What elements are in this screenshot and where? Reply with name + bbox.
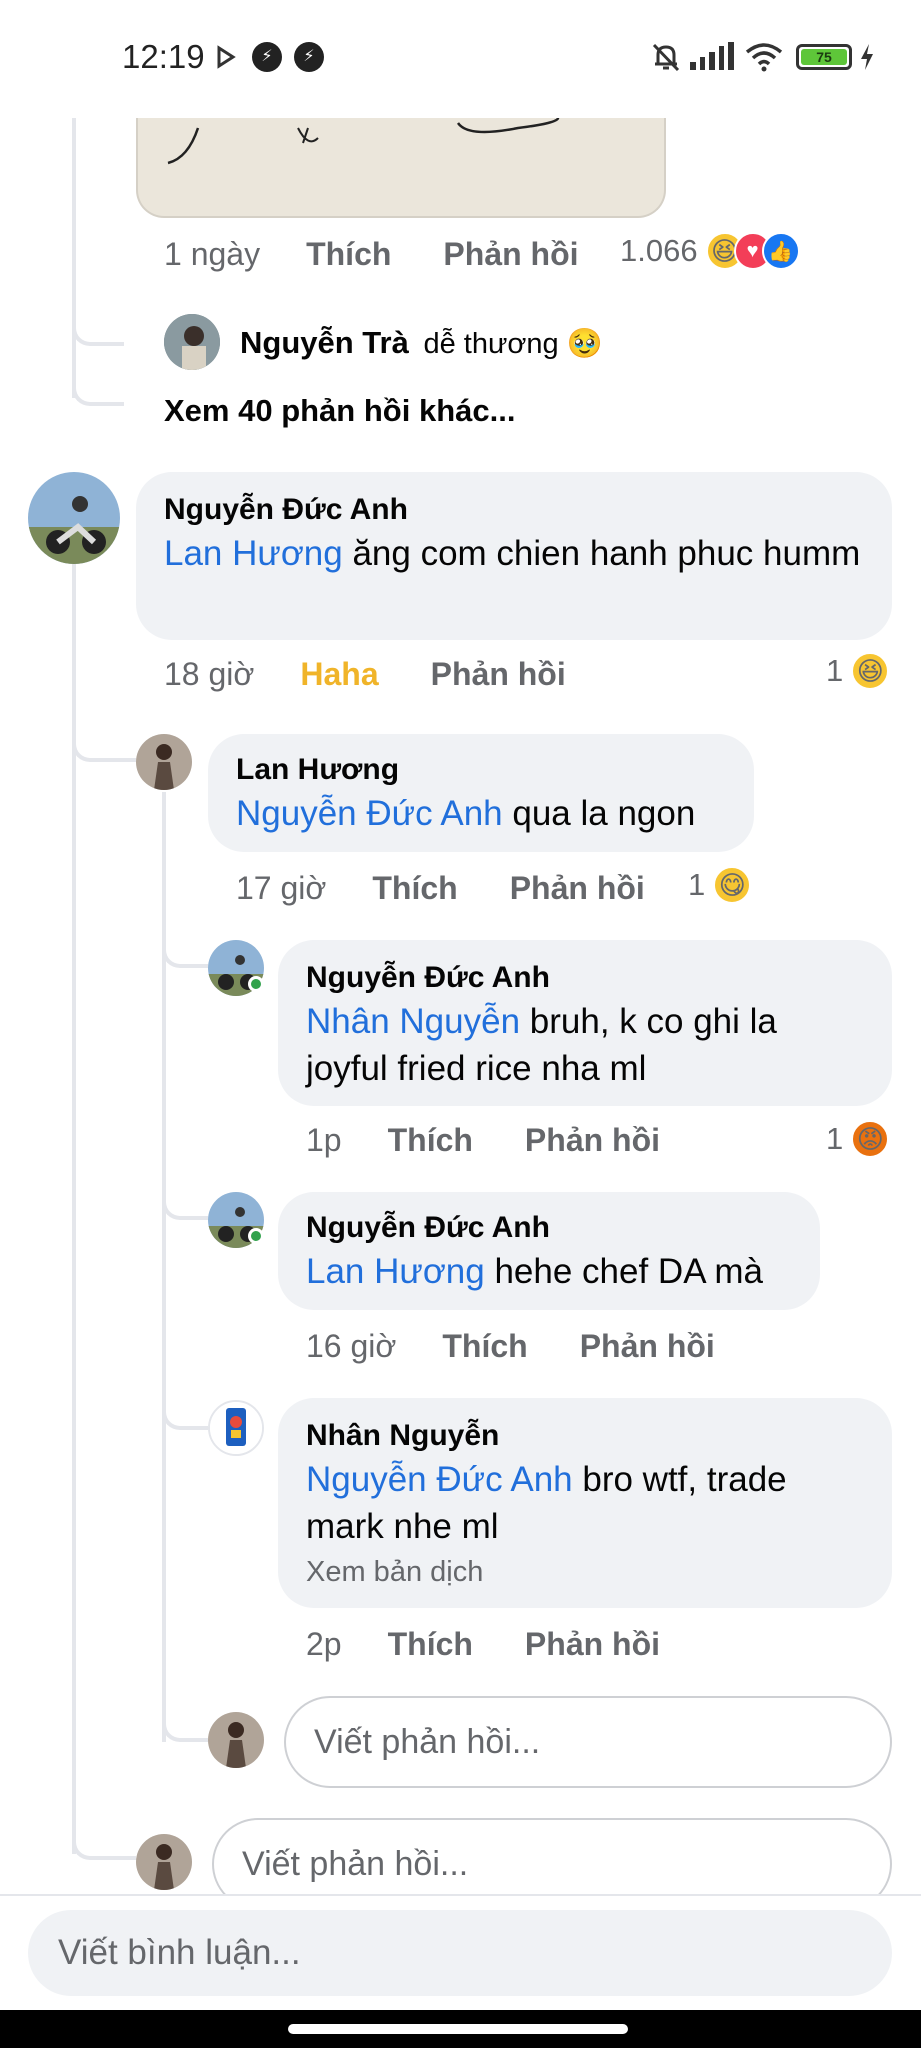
preview-reply[interactable]: Nguyễn Trà dễ thương 🥹 xyxy=(240,322,603,365)
status-time: 12:19 xyxy=(122,38,205,75)
mention-link[interactable]: Lan Hương xyxy=(164,534,343,573)
comment-bubble[interactable]: Lan Hương Nguyễn Đức Anh qua la ngon xyxy=(208,734,754,852)
reply-button[interactable]: Phản hồi xyxy=(443,236,578,273)
avatar xyxy=(136,1834,192,1890)
avatar[interactable] xyxy=(136,734,192,790)
reaction-summary[interactable]: 1 😋 xyxy=(688,866,752,904)
commenter-name: Nguyễn Trà xyxy=(240,325,409,360)
reaction-summary[interactable]: 1 😡 xyxy=(826,1120,890,1158)
like-button[interactable]: Thích xyxy=(388,1626,473,1663)
thread-connector xyxy=(162,1400,208,1430)
mention-link[interactable]: Nguyễn Đức Anh xyxy=(236,794,503,833)
battery-level: 75 xyxy=(801,49,847,65)
avatar[interactable] xyxy=(208,1192,264,1248)
mention-link[interactable]: Nhân Nguyễn xyxy=(306,1002,520,1041)
messenger-icon: ⚡ xyxy=(252,40,282,74)
commenter-name: Lan Hương xyxy=(236,753,400,786)
comment-time: 18 giờ xyxy=(164,656,255,692)
reply-input-placeholder: Viết phản hồi... xyxy=(314,1722,541,1761)
play-icon xyxy=(216,40,236,74)
charging-icon xyxy=(858,40,876,74)
comment-bubble[interactable]: Nguyễn Đức Anh Lan Hương hehe chef DA mà xyxy=(278,1192,820,1310)
avatar xyxy=(208,1712,264,1768)
online-status-indicator xyxy=(248,1228,264,1244)
comment-text: qua la ngon xyxy=(512,794,696,833)
comment-time: 1p xyxy=(306,1122,342,1158)
reply-input[interactable]: Viết phản hồi... xyxy=(284,1696,892,1788)
reaction-summary[interactable]: 1 😆 xyxy=(826,652,890,690)
comment-text: dễ thương 🥹 xyxy=(423,328,603,360)
like-emoji-icon: 👍 xyxy=(761,232,800,270)
comment-text: ăng com chien hanh phuc humm xyxy=(352,534,861,573)
commenter-name: Nguyễn Đức Anh xyxy=(306,1211,550,1244)
comment-input-placeholder: Viết bình luận... xyxy=(58,1933,301,1972)
comment-time: 2p xyxy=(306,1626,342,1662)
commenter-name: Nhân Nguyễn xyxy=(306,1419,500,1452)
like-button[interactable]: Thích xyxy=(442,1328,527,1365)
view-more-replies-link[interactable]: Xem 40 phản hồi khác... xyxy=(164,390,515,432)
reply-button[interactable]: Phản hồi xyxy=(431,656,566,693)
comment-time: 1 ngày xyxy=(164,236,261,272)
thread-connector xyxy=(162,1190,208,1220)
reply-button[interactable]: Phản hồi xyxy=(525,1626,660,1663)
reply-button[interactable]: Phản hồi xyxy=(580,1328,715,1365)
commenter-name: Nguyễn Đức Anh xyxy=(306,961,550,994)
thread-line xyxy=(72,564,76,1854)
reaction-summary[interactable]: 1.066 😆 ♥ 👍 xyxy=(620,232,800,270)
reply-button[interactable]: Phản hồi xyxy=(525,1122,660,1159)
thread-connector xyxy=(72,300,124,346)
comment-bubble[interactable]: Nguyễn Đức Anh Nhân Nguyễn bruh, k co gh… xyxy=(278,940,892,1106)
thread-connector xyxy=(72,1830,136,1860)
comment-actions: 2p Thích Phản hồi xyxy=(306,1626,660,1663)
thread-connector xyxy=(72,360,124,406)
messenger-icon: ⚡ xyxy=(294,40,324,74)
online-status-indicator xyxy=(248,976,264,992)
thread-line xyxy=(72,118,76,398)
bell-muted-icon xyxy=(648,40,684,74)
comment-actions: 1 ngày Thích Phản hồi xyxy=(164,236,579,273)
angry-emoji-icon: 😡 xyxy=(851,1120,890,1158)
thread-connector xyxy=(162,1712,208,1742)
reply-input-placeholder: Viết phản hồi... xyxy=(242,1844,469,1883)
comment-actions: 1p Thích Phản hồi xyxy=(306,1122,660,1159)
yummy-emoji-icon: 😋 xyxy=(713,866,752,904)
comment-time: 16 giờ xyxy=(306,1328,397,1364)
comment-bubble[interactable]: Nhân Nguyễn Nguyễn Đức Anh bro wtf, trad… xyxy=(278,1398,892,1608)
comment-actions: 17 giờ Thích Phản hồi xyxy=(236,870,645,907)
reaction-count: 1.066 xyxy=(620,233,698,268)
thread-connector xyxy=(72,720,136,762)
mention-link[interactable]: Nguyễn Đức Anh xyxy=(306,1460,573,1499)
battery-icon: 75 xyxy=(796,40,852,74)
reaction-count: 1 xyxy=(826,1121,844,1156)
wifi-icon xyxy=(744,40,784,74)
reaction-count: 1 xyxy=(688,867,706,902)
thread-connector xyxy=(162,940,208,968)
home-indicator[interactable] xyxy=(288,2024,628,2034)
reaction-count: 1 xyxy=(826,653,844,688)
comment-input[interactable]: Viết bình luận... xyxy=(28,1910,892,1996)
comment-text: hehe chef DA mà xyxy=(494,1252,763,1291)
signal-icon xyxy=(690,40,734,70)
status-bar: 12:19 ⚡ ⚡ 75 xyxy=(0,0,921,118)
comment-time: 17 giờ xyxy=(236,870,327,906)
avatar[interactable] xyxy=(28,472,120,564)
haha-emoji-icon: 😆 xyxy=(851,652,890,690)
comment-actions: 18 giờ Haha Phản hồi xyxy=(164,656,566,693)
comment-image[interactable] xyxy=(136,118,666,218)
avatar[interactable] xyxy=(164,314,220,370)
like-button[interactable]: Thích xyxy=(306,236,391,273)
comment-bubble[interactable]: Nguyễn Đức Anh Lan Hương ăng com chien h… xyxy=(136,472,892,640)
avatar[interactable] xyxy=(208,940,264,996)
mention-link[interactable]: Lan Hương xyxy=(306,1252,485,1291)
avatar[interactable] xyxy=(208,1400,264,1456)
reply-button[interactable]: Phản hồi xyxy=(510,870,645,907)
commenter-name: Nguyễn Đức Anh xyxy=(164,493,408,526)
see-translation-link[interactable]: Xem bản dịch xyxy=(306,1550,864,1594)
thread-line xyxy=(162,792,166,1742)
comment-actions: 16 giờ Thích Phản hồi xyxy=(306,1328,715,1365)
like-button[interactable]: Thích xyxy=(388,1122,473,1159)
like-button[interactable]: Thích xyxy=(372,870,457,907)
haha-reaction-button[interactable]: Haha xyxy=(300,656,378,693)
